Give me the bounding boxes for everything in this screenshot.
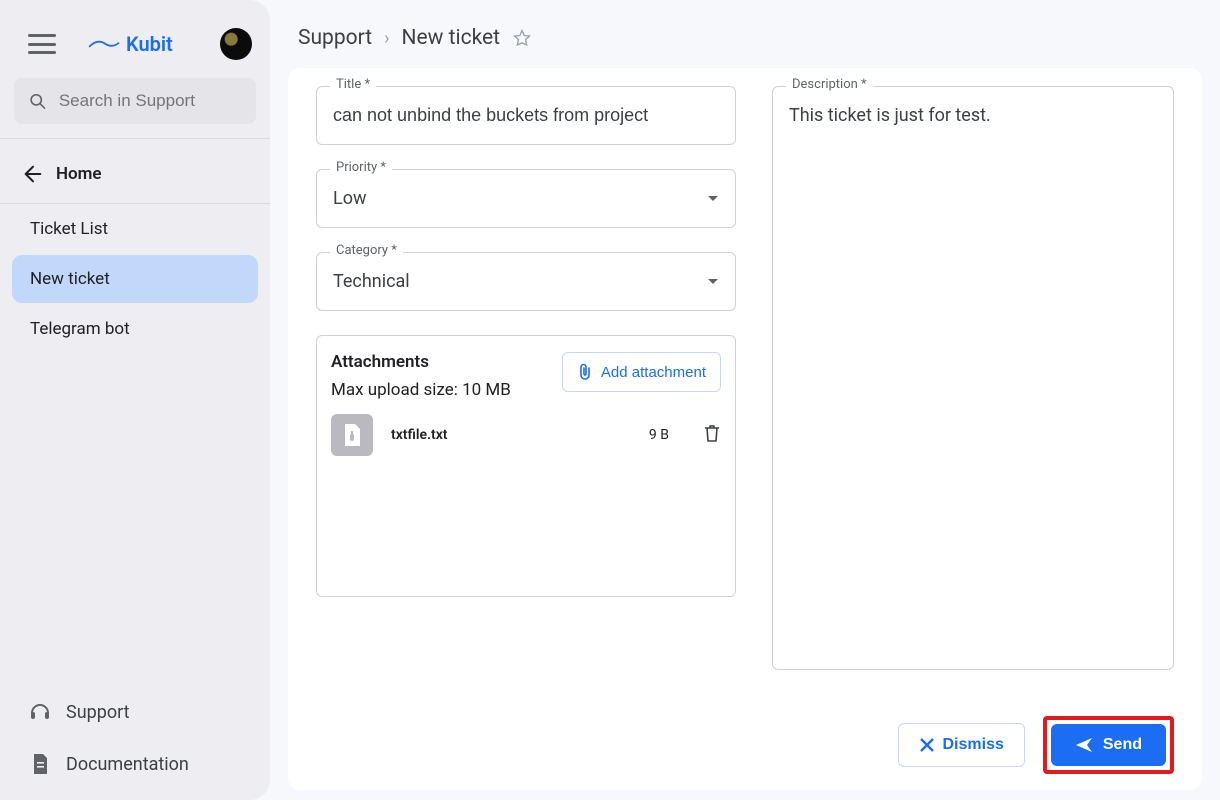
star-icon[interactable] <box>512 28 532 48</box>
chevron-down-icon <box>707 195 719 203</box>
file-icon <box>331 414 373 456</box>
paperclip-icon <box>577 363 593 381</box>
description-label: Description * <box>786 77 873 92</box>
arrow-left-icon <box>22 163 44 185</box>
attachments-box: Attachments Max upload size: 10 MB Add a… <box>316 335 736 597</box>
sidebar-item-telegram-bot[interactable]: Telegram bot <box>12 305 258 353</box>
home-label: Home <box>56 164 102 184</box>
attachments-hint: Max upload size: 10 MB <box>331 380 511 400</box>
menu-icon[interactable] <box>28 34 56 54</box>
send-label: Send <box>1103 736 1142 754</box>
support-link[interactable]: Support <box>0 686 270 738</box>
add-attachment-button[interactable]: Add attachment <box>562 352 721 392</box>
priority-select[interactable]: Low <box>316 169 736 228</box>
description-input[interactable] <box>772 86 1174 670</box>
category-value: Technical <box>333 271 410 292</box>
category-label: Category * <box>330 243 403 258</box>
breadcrumb-current: New ticket <box>402 26 501 50</box>
sidebar: Kubit Home Ticket List New ticket Telegr… <box>0 0 270 800</box>
priority-value: Low <box>333 188 367 209</box>
field-category: Category * Technical <box>316 252 736 311</box>
category-select[interactable]: Technical <box>316 252 736 311</box>
title-input[interactable] <box>316 86 736 145</box>
document-icon <box>28 752 52 776</box>
delete-attachment-button[interactable] <box>703 423 721 447</box>
sidebar-item-label: Telegram bot <box>30 319 130 339</box>
sidebar-item-ticket-list[interactable]: Ticket List <box>12 205 258 253</box>
chevron-down-icon <box>707 278 719 286</box>
dismiss-button[interactable]: Dismiss <box>898 723 1025 767</box>
brand-name: Kubit <box>126 32 173 56</box>
attachment-row: txtfile.txt 9 B <box>331 414 721 456</box>
file-size: 9 B <box>649 427 669 443</box>
documentation-label: Documentation <box>66 754 189 775</box>
brand-logo-icon <box>88 35 120 53</box>
priority-label: Priority * <box>330 160 392 175</box>
sidebar-item-label: Ticket List <box>30 219 108 239</box>
form-actions: Dismiss Send <box>316 716 1174 774</box>
search-input[interactable] <box>59 91 242 111</box>
main: Support › New ticket Title * Priority * … <box>270 0 1220 800</box>
send-highlight: Send <box>1043 716 1174 774</box>
brand[interactable]: Kubit <box>88 32 173 56</box>
search-input-wrap[interactable] <box>14 78 256 124</box>
breadcrumb: Support › New ticket <box>270 0 1220 64</box>
home-link[interactable]: Home <box>0 145 270 204</box>
support-label: Support <box>66 702 130 723</box>
field-priority: Priority * Low <box>316 169 736 228</box>
send-button[interactable]: Send <box>1051 724 1166 766</box>
attachments-heading: Attachments <box>331 352 511 372</box>
field-title: Title * <box>316 86 736 145</box>
trash-icon <box>703 423 721 443</box>
chevron-right-icon: › <box>384 28 389 49</box>
sidebar-item-label: New ticket <box>30 269 110 289</box>
dismiss-label: Dismiss <box>943 736 1004 754</box>
close-icon <box>919 737 935 753</box>
send-icon <box>1075 737 1093 753</box>
title-label: Title * <box>330 77 376 92</box>
breadcrumb-support[interactable]: Support <box>298 26 372 50</box>
file-name: txtfile.txt <box>391 427 631 443</box>
add-attachment-label: Add attachment <box>601 364 706 381</box>
sidebar-item-new-ticket[interactable]: New ticket <box>12 255 258 303</box>
headset-icon <box>28 700 52 724</box>
field-description: Description * <box>772 86 1174 674</box>
avatar[interactable] <box>220 28 252 60</box>
documentation-link[interactable]: Documentation <box>0 738 270 790</box>
search-icon <box>28 90 47 112</box>
